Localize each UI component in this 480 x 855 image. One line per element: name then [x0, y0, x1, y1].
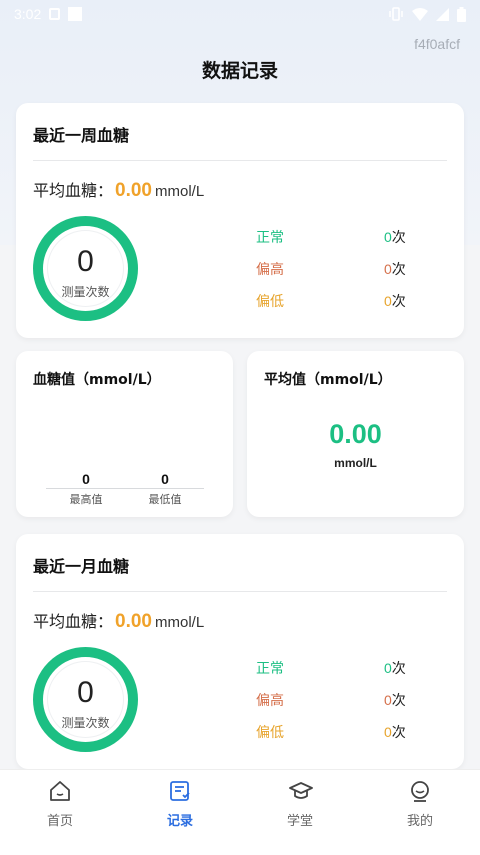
month-glucose-card: 最近一月血糖 平均血糖： 0.00 mmol/L 0 测量次数 正常 0次 偏高…: [16, 534, 464, 769]
average-value: 0.00: [115, 611, 152, 632]
tab-mine[interactable]: 我的: [360, 770, 480, 830]
measure-count-label: 测量次数: [61, 285, 110, 299]
glucose-value-card: 血糖值（mmol/L） 0 0 最高值 最低值: [16, 351, 233, 517]
average-big-value: 0.00: [329, 419, 382, 449]
stat-high: 偏高 0次: [256, 261, 406, 278]
chart-axis: [46, 488, 204, 489]
tab-record[interactable]: 记录: [120, 770, 240, 830]
stat-low: 偏低 0次: [256, 293, 406, 310]
average-big-unit: mmol/L: [334, 456, 377, 470]
measure-count: 0: [77, 676, 94, 709]
divider: [33, 160, 447, 161]
status-bar: 3:02: [0, 0, 480, 28]
vibrate-icon: [389, 7, 403, 21]
battery-icon: [457, 6, 466, 22]
average-unit: mmol/L: [155, 183, 205, 200]
bottom-tab-bar: 首页 记录 学堂 我的: [0, 769, 480, 855]
tab-school[interactable]: 学堂: [240, 770, 360, 830]
page-title: 数据记录: [201, 60, 278, 82]
average-label: 平均血糖：: [33, 612, 114, 631]
max-value: 0: [82, 471, 90, 487]
average-unit: mmol/L: [155, 614, 205, 631]
stat-normal: 正常 0次: [256, 229, 406, 246]
average-value: 0.00: [115, 180, 152, 201]
measure-count-ring: 0 测量次数: [33, 647, 138, 752]
stat-normal: 正常 0次: [256, 660, 406, 677]
max-label: 最高值: [69, 493, 103, 506]
month-average-line: 平均血糖： 0.00 mmol/L: [33, 608, 204, 633]
notification-square-icon: [68, 7, 83, 21]
debug-hex-label: f4f0afcf: [414, 36, 460, 52]
min-label: 最低值: [148, 493, 182, 506]
home-icon: [50, 781, 70, 801]
month-card-title: 最近一月血糖: [33, 557, 130, 576]
stat-high: 偏高 0次: [256, 692, 406, 709]
wifi-icon: [412, 7, 428, 21]
week-average-line: 平均血糖： 0.00 mmol/L: [33, 177, 204, 202]
measure-count: 0: [77, 245, 94, 278]
stat-low: 偏低 0次: [256, 724, 406, 741]
face-icon: [411, 781, 429, 802]
divider: [33, 591, 447, 592]
average-card-title: 平均值（mmol/L）: [264, 372, 392, 388]
week-card-title: 最近一周血糖: [33, 126, 130, 145]
notification-icon: [49, 8, 61, 20]
graduation-cap-icon: [289, 782, 313, 799]
record-icon: [170, 781, 190, 801]
average-label: 平均血糖：: [33, 181, 114, 200]
glucose-card-title: 血糖值（mmol/L）: [33, 372, 161, 388]
tab-home[interactable]: 首页: [0, 770, 120, 830]
measure-count-ring: 0 测量次数: [33, 216, 138, 321]
min-value: 0: [161, 471, 169, 487]
week-glucose-card: 最近一周血糖 平均血糖： 0.00 mmol/L 0 测量次数 正常 0次 偏高…: [16, 103, 464, 338]
signal-icon: [436, 7, 449, 21]
average-value-card: 平均值（mmol/L） 0.00 mmol/L: [247, 351, 464, 517]
measure-count-label: 测量次数: [61, 716, 110, 730]
status-time: 3:02: [14, 6, 42, 22]
